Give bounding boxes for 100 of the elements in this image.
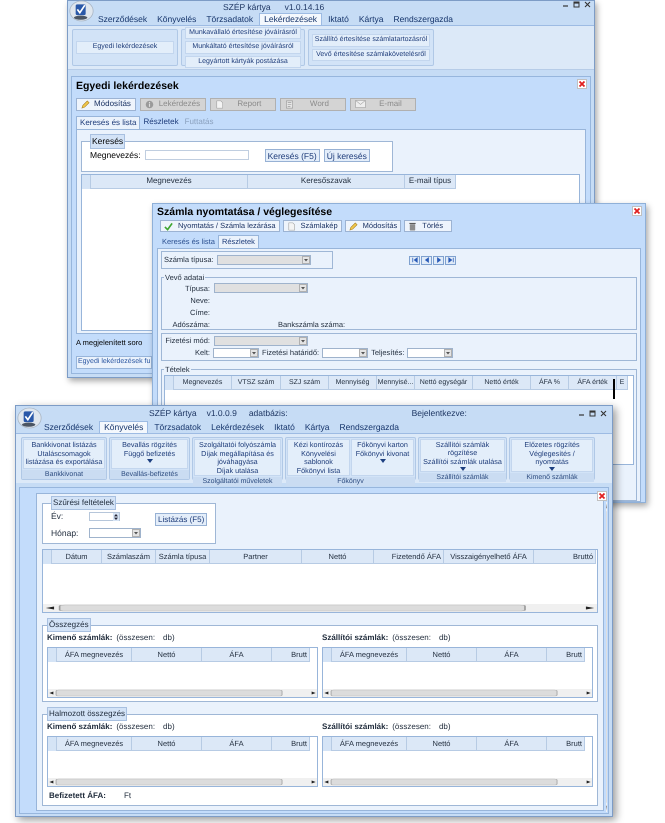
column-header[interactable]: Keresőszavak [248,174,405,189]
group-title: Szűrési feltételek [51,496,116,510]
grid-corner-cell [48,737,57,751]
column-header[interactable]: Megnevezés [91,174,248,189]
menu-tab[interactable]: Törzsadatok [150,421,206,433]
skip-first-icon [412,257,418,263]
field-label: db) [163,632,175,644]
dropdown-field[interactable] [213,348,259,358]
summary-label: Szállítói számlák: [322,632,388,644]
maximize-icon [589,410,596,417]
close-icon [584,0,591,8]
close-icon [597,491,607,501]
menu-tab[interactable]: Szerződések [40,421,98,433]
dropdown-arrow-icon [444,349,452,357]
triangle-left-icon [424,257,430,263]
version-label: v1.0.14.16 [284,0,324,14]
maximize-icon [573,0,580,8]
menu-tab[interactable]: Lekérdezések [259,13,322,25]
field-label: db) [163,721,175,733]
summary-label: Kimenő számlák: [47,721,112,733]
spinner-arrows-icon [113,512,119,521]
summary-label: Kimenő számlák: [47,632,112,644]
document-icon [284,100,294,109]
menu-tab[interactable]: Lekérdezések [207,421,268,433]
dropdown-arrow-icon [302,256,310,264]
menu-tab[interactable]: Kártya [354,13,388,25]
info-icon [144,100,154,109]
menu-tab[interactable]: Szerződések [94,13,152,25]
document-icon [286,222,296,230]
menu-tab[interactable]: Iktató [324,13,353,25]
menu-tab[interactable]: Rendszergazda [389,13,457,25]
dropdown-field[interactable] [407,348,454,358]
search-button[interactable]: Új keresés [324,148,370,162]
field-label: (összesen: [116,632,156,644]
last-record-button[interactable] [445,256,456,264]
menu-tab[interactable]: Törzsadatok [202,13,258,25]
summary-label: Szállítói számlák: [322,721,388,733]
group-title: Halmozott összegzés [47,707,128,721]
dropdown-arrow-icon [299,337,307,345]
panel-title: Egyedi lekérdezések [76,79,179,94]
dropdown-field[interactable] [89,528,141,538]
close-icon [577,79,587,89]
close-icon [632,206,642,216]
list-button[interactable]: Listázás (F5) [155,513,208,526]
grid-corner-cell [323,648,332,662]
grid-corner-cell [165,376,174,390]
menu-tab[interactable]: Kártya [300,421,334,433]
menu-tab[interactable]: Könyvelés [99,421,148,433]
skip-last-icon [448,257,454,263]
tab[interactable]: Részletek [140,116,182,129]
previous-record-button[interactable] [421,256,432,264]
text-cursor-icon [613,379,615,399]
field-label: db) [438,721,450,733]
app-logo-icon [17,407,42,429]
window-title: SZÉP kártya [149,407,197,420]
next-record-button[interactable] [433,256,444,264]
field-label: Megnevezés: [90,148,141,162]
column-header[interactable]: E-mail típus [405,174,456,189]
tab[interactable]: Keresés és lista [76,116,140,129]
field-label: (összesen: [392,632,431,644]
dropdown-arrow-icon [299,284,307,292]
field-label: Hónap: [51,526,80,540]
grid-corner-cell [43,550,52,564]
trash-icon [408,222,418,230]
pencil-icon [348,222,358,230]
checkmark-icon [164,222,173,230]
dialog-title: Számla nyomtatása / véglegesítése [157,206,332,219]
document-icon [214,100,224,109]
grid-corner-cell [323,737,332,751]
field-label: db) [438,632,450,644]
close-icon [600,410,607,417]
version-label: v1.0.0.9 [206,407,237,420]
dropdown-field[interactable] [322,348,368,358]
field-label: (összesen: [116,721,156,733]
field-label: Év: [51,510,64,523]
grid-corner-cell [48,648,57,662]
summary-label: Befizetett ÁFA: [49,790,107,802]
toolbar-button[interactable]: Módosítás [76,98,136,111]
window-title: SZÉP kártya [223,0,271,14]
dropdown-arrow-icon [359,349,368,357]
field-label: adatbázis: [248,407,288,420]
field-label: Ft [124,790,132,802]
field-label: Bejelentkezve: [412,407,467,420]
menu-tab[interactable]: Könyvelés [153,13,200,25]
group-title: Összegzés [47,618,91,632]
first-record-button[interactable] [409,256,420,264]
dropdown-arrow-icon [250,349,258,357]
spin-field[interactable] [89,512,120,521]
search-button[interactable]: Keresés (F5) [264,148,320,162]
app-logo-icon [69,0,94,22]
text-input-field[interactable] [144,150,249,160]
field-label: (összesen: [392,721,431,733]
dropdown-arrow-icon [132,529,140,538]
group-title: Keresés [90,134,126,148]
menu-tab[interactable]: Iktató [270,421,299,433]
pencil-icon [81,100,90,109]
grid-corner-cell [82,174,91,189]
triangle-right-icon [436,257,442,263]
envelope-icon [354,100,366,108]
menu-tab[interactable]: Rendszergazda [335,421,403,433]
